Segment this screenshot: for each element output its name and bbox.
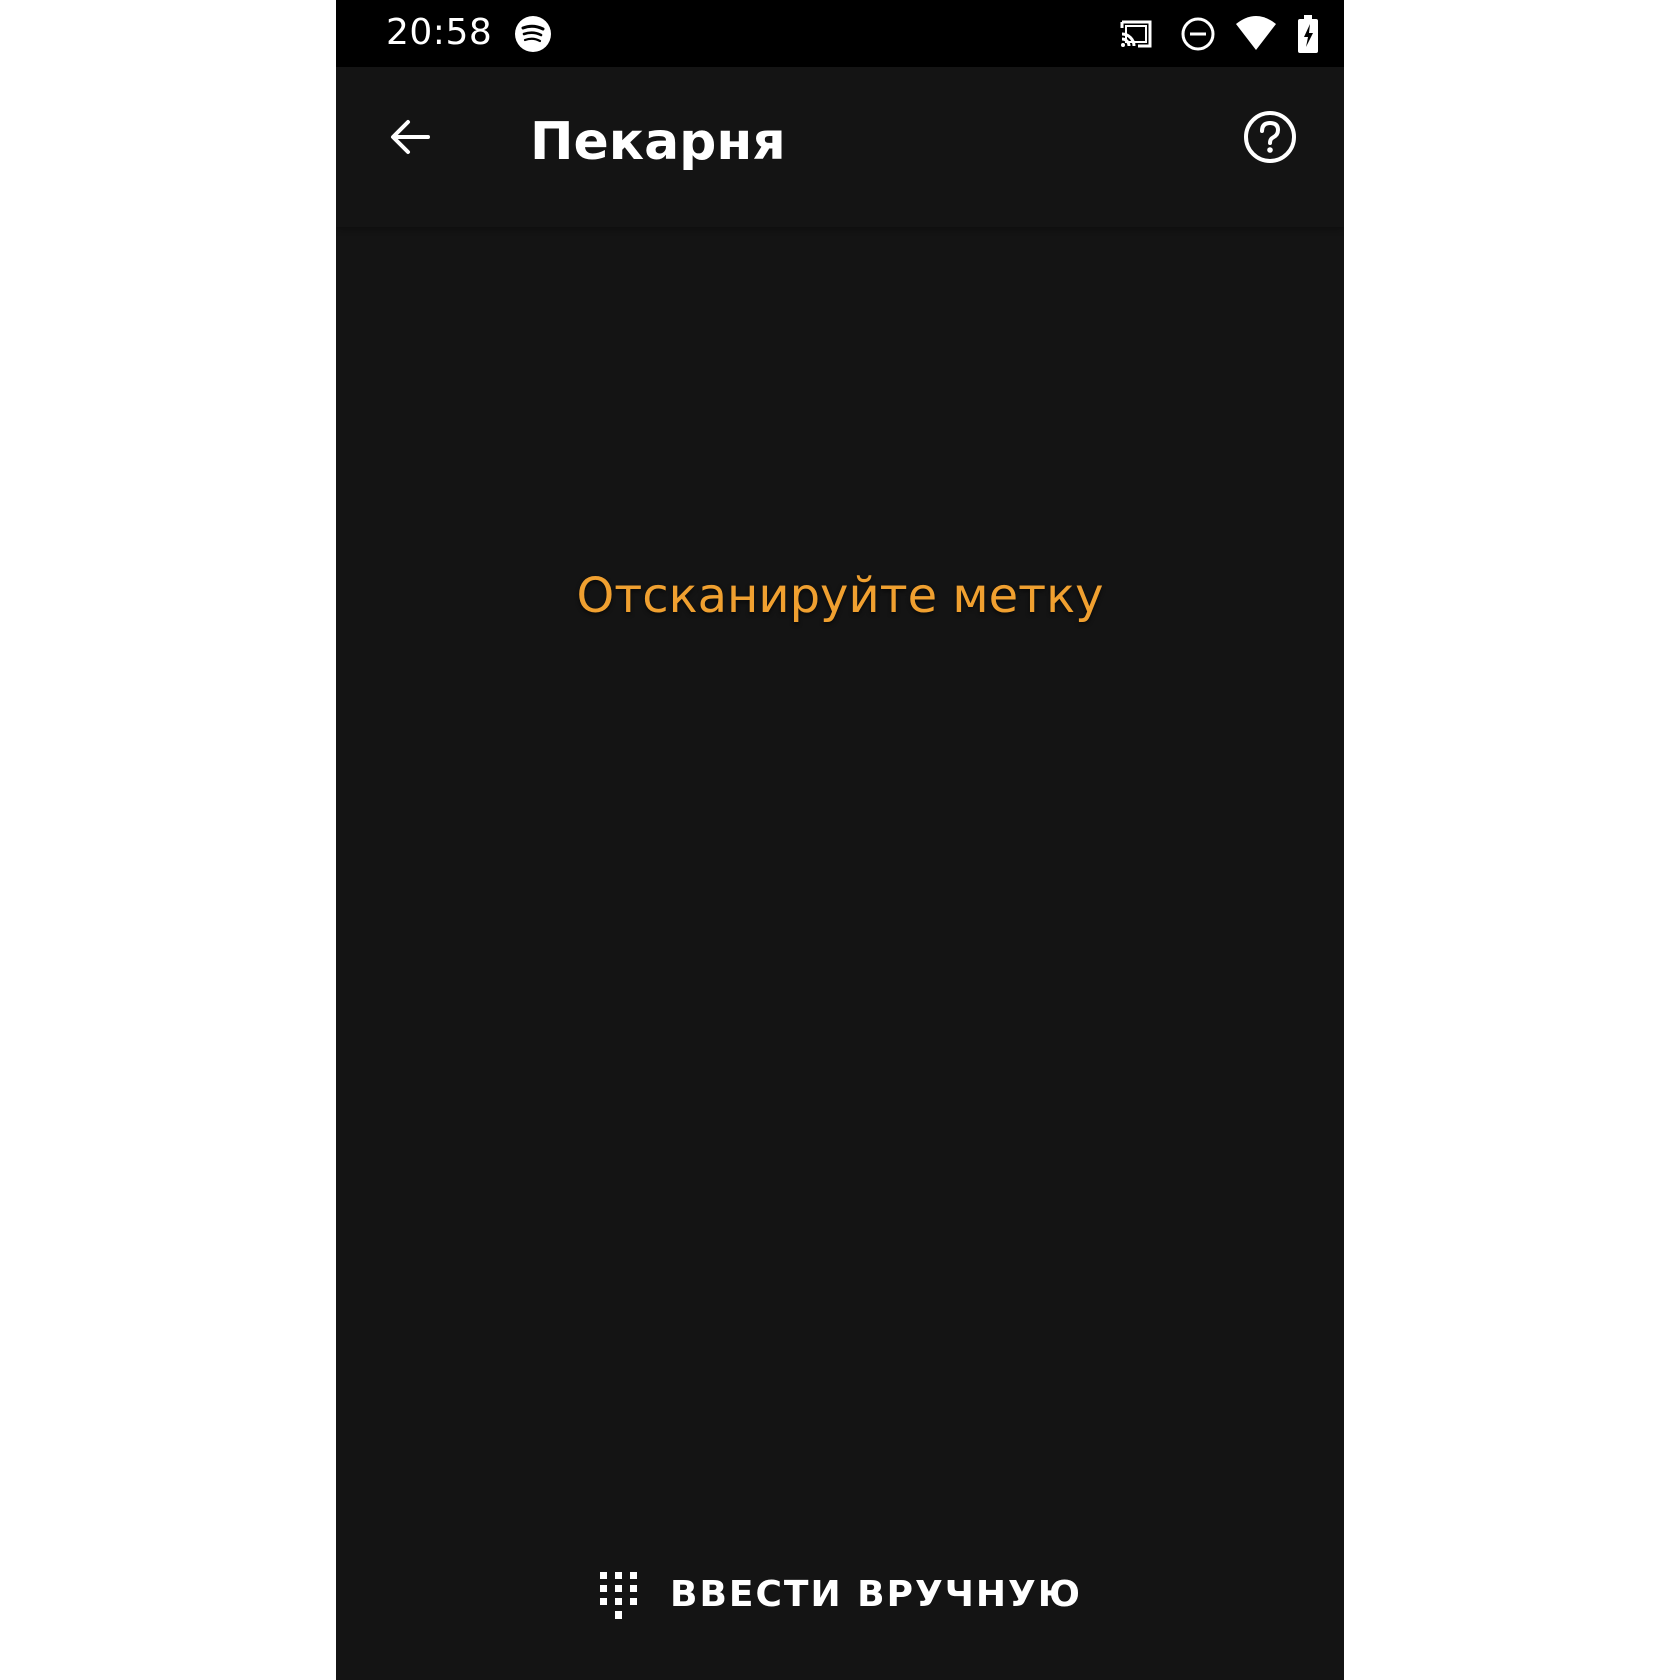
help-circle-icon	[1244, 111, 1296, 163]
manual-entry-button[interactable]: ВВЕСТИ ВРУЧНУЮ	[336, 1560, 1344, 1630]
arrow-left-icon	[391, 120, 430, 154]
spotify-icon	[515, 16, 551, 52]
page-title: Пекарня	[530, 112, 786, 172]
scan-prompt: Отсканируйте метку	[576, 568, 1104, 624]
wifi-icon	[1236, 16, 1276, 50]
manual-entry-label: ВВЕСТИ ВРУЧНУЮ	[670, 1574, 1082, 1615]
dialpad-icon	[600, 1572, 638, 1619]
help-button[interactable]	[1240, 107, 1300, 167]
status-bar: 20:58	[336, 0, 1344, 67]
cast-icon	[1120, 20, 1152, 48]
status-time: 20:58	[386, 12, 493, 53]
phone-screen: 20:58 Пекарня Отсканируйте метку ВВЕСТИ …	[336, 0, 1344, 1680]
battery-charging-icon	[1298, 15, 1318, 53]
status-icons	[1084, 0, 1344, 67]
back-button[interactable]	[380, 107, 440, 167]
do-not-disturb-icon	[1181, 17, 1215, 51]
app-bar: Пекарня	[336, 67, 1344, 227]
